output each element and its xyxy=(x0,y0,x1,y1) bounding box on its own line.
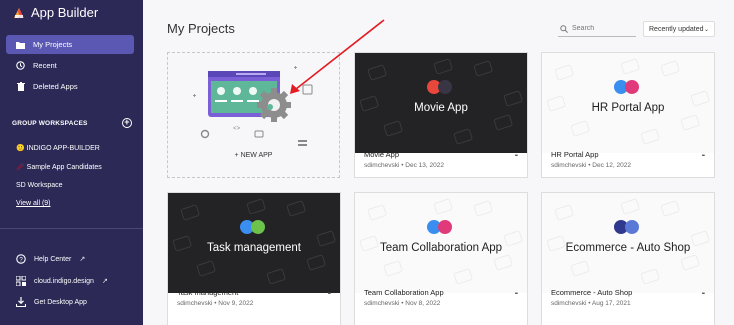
workspace-item-sample[interactable]: 🥢 Sample App Candidates xyxy=(16,163,102,171)
grid-icon xyxy=(16,276,26,286)
help-icon: ? xyxy=(16,254,26,264)
sort-label: Recently updated xyxy=(649,25,704,33)
sidebar-divider xyxy=(0,228,143,229)
project-thumbnail[interactable]: Task management xyxy=(168,193,340,293)
brand[interactable]: App Builder xyxy=(12,5,98,20)
thumbnail-title: Team Collaboration App xyxy=(379,242,503,254)
more-options-icon[interactable]: ••• xyxy=(702,153,705,159)
more-options-icon[interactable]: ••• xyxy=(515,153,518,159)
view-all-link[interactable]: View all (9) xyxy=(16,200,51,207)
app-builder-logo-icon xyxy=(14,7,24,18)
cloud-link[interactable]: cloud.indigo.design ↗ xyxy=(16,276,108,286)
logo-dot xyxy=(625,80,639,94)
project-logo-icon xyxy=(427,220,452,234)
trash-icon xyxy=(16,82,25,91)
more-options-icon[interactable]: ••• xyxy=(328,291,331,297)
logo-dot xyxy=(625,220,639,234)
search-icon xyxy=(560,24,568,33)
project-logo-icon xyxy=(427,80,452,94)
desktop-app-link[interactable]: Get Desktop App xyxy=(16,297,87,307)
project-logo-icon xyxy=(240,220,265,234)
download-icon xyxy=(16,297,26,307)
page-title: My Projects xyxy=(167,21,235,36)
search-box[interactable] xyxy=(558,21,636,37)
project-card[interactable]: Team Collaboration App Team Collaboration… xyxy=(354,192,528,325)
thumbnail-title: Task management xyxy=(207,242,301,254)
folder-icon xyxy=(16,40,25,49)
add-workspace-icon[interactable]: + xyxy=(122,118,132,128)
nav-label: Deleted Apps xyxy=(33,82,78,91)
external-link-icon: ↗ xyxy=(79,256,86,263)
sort-dropdown[interactable]: Recently updated ⌄ xyxy=(643,21,715,37)
project-name[interactable]: Team Collaboration App xyxy=(364,288,444,297)
help-center-link[interactable]: ? Help Center ↗ xyxy=(16,254,85,264)
nav-item-my-projects[interactable]: My Projects xyxy=(6,35,134,54)
link-label: Help Center xyxy=(34,255,72,263)
brand-name: App Builder xyxy=(31,5,99,20)
nav-item-recent[interactable]: Recent xyxy=(6,56,134,75)
project-card[interactable]: Task management Task management sdimchevsk… xyxy=(167,192,341,325)
nav-label: My Projects xyxy=(33,40,73,49)
logo-dot xyxy=(438,220,452,234)
section-heading: GROUP WORKSPACES xyxy=(12,119,88,127)
svg-text:<>: <> xyxy=(233,125,241,132)
project-name[interactable]: HR Portal App xyxy=(551,150,599,159)
workspace-item-indigo[interactable]: 🙂 INDIGO APP-BUILDER xyxy=(16,144,100,152)
chevron-down-icon: ⌄ xyxy=(703,26,709,33)
project-thumbnail[interactable]: HR Portal App xyxy=(542,53,714,153)
link-label: Get Desktop App xyxy=(34,298,87,306)
nav-item-deleted-apps[interactable]: Deleted Apps xyxy=(6,77,134,96)
thumbnail-title: HR Portal App xyxy=(591,102,665,114)
group-workspaces-header: GROUP WORKSPACES + xyxy=(12,118,132,128)
more-options-icon[interactable]: ••• xyxy=(702,291,705,297)
app-root: App Builder My Projects Recent Deleted A… xyxy=(0,0,734,325)
svg-text:?: ? xyxy=(19,256,23,263)
project-card[interactable]: Ecommerce - Auto Shop Ecommerce - Auto Sh… xyxy=(541,192,715,325)
project-name[interactable]: Movie App xyxy=(364,150,399,159)
workspace-item-sd[interactable]: SD Workspace xyxy=(16,182,63,189)
link-label: cloud.indigo.design xyxy=(34,277,94,285)
new-app-card[interactable]: <> + NEW APP xyxy=(167,52,340,178)
logo-dot xyxy=(438,80,452,94)
project-name[interactable]: Ecommerce - Auto Shop xyxy=(551,288,632,297)
project-meta: sdimchevski • Dec 13, 2022 xyxy=(364,162,444,169)
sidebar: App Builder My Projects Recent Deleted A… xyxy=(0,0,143,325)
project-thumbnail[interactable]: Ecommerce - Auto Shop xyxy=(542,193,714,293)
new-app-label: + NEW APP xyxy=(234,152,273,159)
project-meta: sdimchevski • Dec 12, 2022 xyxy=(551,162,631,169)
clock-icon xyxy=(16,61,25,70)
project-meta: sdimchevski • Aug 17, 2021 xyxy=(551,300,631,307)
thumbnail-title: Movie App xyxy=(414,102,468,114)
project-thumbnail[interactable]: Team Collaboration App xyxy=(355,193,527,293)
logo-dot xyxy=(251,220,265,234)
project-logo-icon xyxy=(614,80,639,94)
more-options-icon[interactable]: ••• xyxy=(515,291,518,297)
external-link-icon: ↗ xyxy=(101,278,108,285)
nav-label: Recent xyxy=(33,61,57,70)
project-card[interactable]: Movie App Movie App sdimchevski • Dec 13, … xyxy=(354,52,528,178)
project-meta: sdimchevski • Nov 8, 2022 xyxy=(364,300,441,307)
thumbnail-title: Ecommerce - Auto Shop xyxy=(565,242,691,254)
new-app-illustration: <> xyxy=(193,66,313,146)
project-thumbnail[interactable]: Movie App xyxy=(355,53,527,153)
project-logo-icon xyxy=(614,220,639,234)
search-input[interactable] xyxy=(572,25,632,32)
project-name[interactable]: Task management xyxy=(177,288,238,297)
project-card[interactable]: HR Portal App HR Portal App sdimchevski • … xyxy=(541,52,715,178)
project-meta: sdimchevski • Nov 9, 2022 xyxy=(177,300,254,307)
